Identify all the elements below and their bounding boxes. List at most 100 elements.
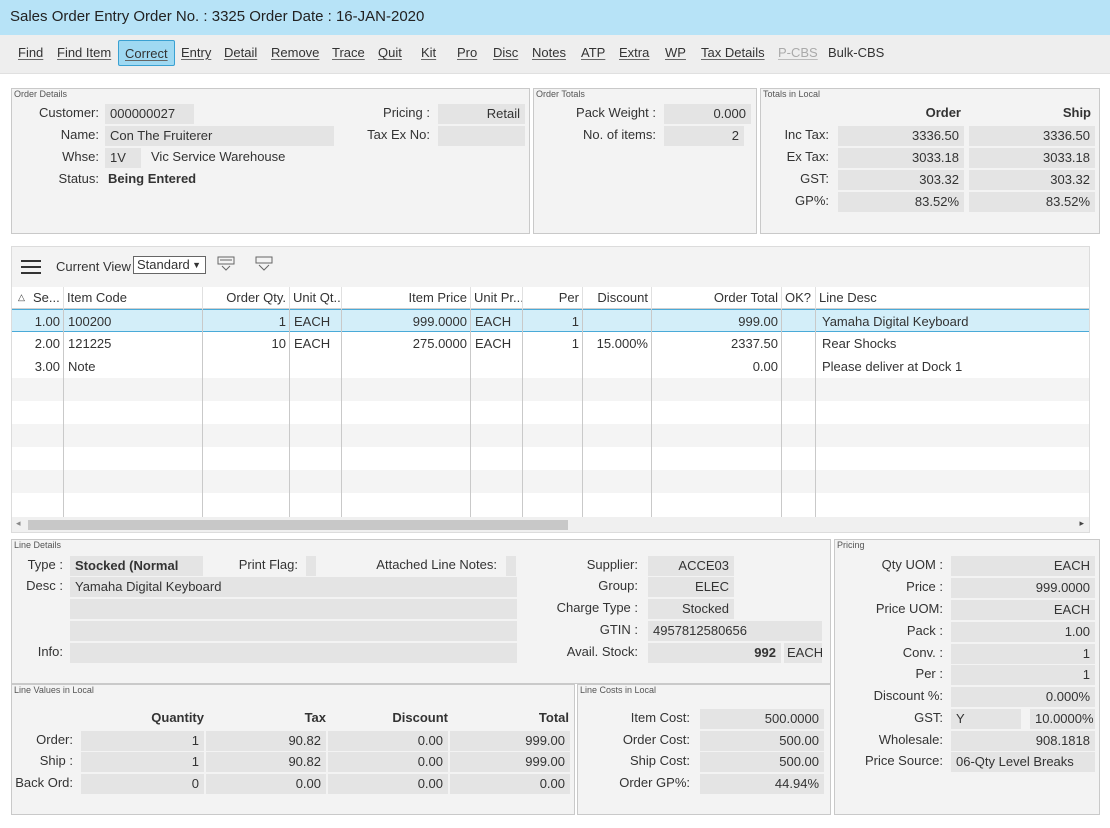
column-divider <box>202 309 203 517</box>
col-header-ok[interactable]: OK? <box>782 287 816 309</box>
whse-code-field[interactable]: 1V <box>105 148 141 168</box>
window-title: Sales Order Entry Order No. : 3325 Order… <box>0 0 1110 35</box>
horizontal-scrollbar[interactable]: ◂ ▸ <box>12 517 1089 532</box>
cell-per: 1 <box>571 336 579 351</box>
tax-ex-field[interactable] <box>438 126 525 146</box>
panel-title: Pricing <box>837 540 865 550</box>
back-ord-total: 0.00 <box>450 774 570 794</box>
correct-button[interactable]: Correct <box>118 40 175 66</box>
scroll-left-icon[interactable]: ◂ <box>16 518 21 529</box>
column-divider <box>341 309 342 517</box>
col-header-order-total[interactable]: Order Total <box>652 287 782 309</box>
item-cost-label: Item Cost: <box>630 710 690 725</box>
order-details-panel: Order Details Customer: 000000027 Name: … <box>11 88 530 234</box>
desc-field-line2[interactable] <box>70 599 517 619</box>
whse-label: Whse: <box>62 149 99 164</box>
scroll-right-icon[interactable]: ▸ <box>1079 518 1084 529</box>
col-header-order-qty[interactable]: Order Qty. <box>203 287 290 309</box>
pack-field: 1.00 <box>951 622 1095 642</box>
col-header-per[interactable]: Per <box>523 287 583 309</box>
sort-asc-icon[interactable]: △ <box>18 292 25 303</box>
column-divider <box>582 309 583 517</box>
find-button[interactable]: Find <box>18 40 43 66</box>
price-label: Price : <box>906 579 943 594</box>
wholesale-label: Wholesale: <box>878 732 943 747</box>
detail-button[interactable]: Detail <box>224 40 257 66</box>
info-field[interactable] <box>70 643 517 663</box>
extra-button[interactable]: Extra <box>619 40 649 66</box>
table-row[interactable]: 3.00 Note 0.00 Please deliver at Dock 1 <box>12 355 1089 378</box>
col-header-discount[interactable]: Discount <box>583 287 652 309</box>
cell-discount <box>583 310 652 333</box>
bulk-cbs-button[interactable]: Bulk-CBS <box>828 40 884 66</box>
remove-button[interactable]: Remove <box>271 40 319 66</box>
cell-unit-price: EACH <box>475 336 512 351</box>
panel-title: Order Details <box>14 89 68 99</box>
group-label: Group: <box>598 578 638 593</box>
name-field[interactable]: Con The Fruiterer <box>105 126 334 146</box>
ship-disc: 0.00 <box>328 752 448 772</box>
back-ord-tax: 0.00 <box>206 774 326 794</box>
pack-weight-field: 0.000 <box>664 104 751 124</box>
current-view-value: Standard <box>137 257 190 272</box>
cell-order-qty <box>203 355 290 378</box>
line-details-panel: Line Details Type : Stocked (Normal Prin… <box>11 539 831 684</box>
cell-line-desc: Rear Shocks <box>822 336 897 351</box>
filter-icon[interactable] <box>255 256 273 272</box>
notes-button[interactable]: Notes <box>532 40 566 66</box>
cell-seq: 3.00 <box>34 359 60 374</box>
hamburger-menu-icon[interactable] <box>21 259 41 275</box>
price-uom-label: Price UOM: <box>875 601 943 616</box>
atp-button[interactable]: ATP <box>581 40 605 66</box>
export-icon[interactable] <box>217 256 235 272</box>
order-gp-field: 44.94% <box>700 774 824 794</box>
desc-field-line3[interactable] <box>70 621 517 641</box>
type-field[interactable]: Stocked (Normal <box>70 556 203 576</box>
cell-order-total: 999.00 <box>738 314 778 329</box>
pro-button[interactable]: Pro <box>457 40 477 66</box>
p-cbs-button[interactable]: P-CBS <box>778 40 818 66</box>
attached-notes-label: Attached Line Notes: <box>376 557 497 572</box>
cell-item-price: 999.0000 <box>412 314 467 329</box>
total-col-header: Total <box>538 710 569 725</box>
pricing-field[interactable]: Retail <box>438 104 525 124</box>
disc-button[interactable]: Disc <box>493 40 518 66</box>
kit-button[interactable]: Kit <box>421 40 436 66</box>
quit-button[interactable]: Quit <box>378 40 402 66</box>
supplier-label: Supplier: <box>586 557 638 572</box>
col-header-unit-price[interactable]: Unit Pr... <box>471 287 523 309</box>
cell-unit-qty: EACH <box>294 336 331 351</box>
entry-button[interactable]: Entry <box>181 40 211 66</box>
col-header-unit-qty[interactable]: Unit Qt... <box>290 287 342 309</box>
status-label: Status: <box>58 171 99 186</box>
ship-cost-field: 500.00 <box>700 752 824 772</box>
panel-title: Line Values in Local <box>14 685 94 695</box>
gp-ship: 83.52% <box>969 192 1095 212</box>
gst-order: 303.32 <box>838 170 964 190</box>
gst-label: GST: <box>914 710 943 725</box>
ship-qty: 1 <box>81 752 204 772</box>
table-row[interactable]: 2.00 121225 10 EACH 275.0000 EACH 1 15.0… <box>12 332 1089 355</box>
find-item-button[interactable]: Find Item <box>57 40 111 66</box>
wp-button[interactable]: WP <box>665 40 686 66</box>
table-row[interactable]: 1.00 100200 1 EACH 999.0000 EACH 1 999.0… <box>12 309 1089 332</box>
cell-ok <box>782 310 816 333</box>
column-divider <box>651 309 652 517</box>
whse-name: Vic Service Warehouse <box>151 149 286 164</box>
col-header-seq[interactable]: Se... <box>30 287 64 309</box>
col-header-line-desc[interactable]: Line Desc <box>816 287 1089 309</box>
print-flag-field[interactable] <box>306 556 316 576</box>
desc-field[interactable]: Yamaha Digital Keyboard <box>70 577 517 597</box>
gtin-field: 4957812580656 <box>648 621 822 641</box>
scrollbar-thumb[interactable] <box>28 520 568 530</box>
quantity-col-header: Quantity <box>151 710 204 725</box>
col-header-item-price[interactable]: Item Price <box>342 287 471 309</box>
cell-item-code: Note <box>68 359 96 374</box>
tax-details-button[interactable]: Tax Details <box>701 40 765 66</box>
current-view-select[interactable]: Standard ▼ <box>133 256 206 274</box>
line-values-panel: Line Values in Local Quantity Tax Discou… <box>11 684 575 815</box>
col-header-item-code[interactable]: Item Code <box>64 287 203 309</box>
trace-button[interactable]: Trace <box>332 40 365 66</box>
customer-field[interactable]: 000000027 <box>105 104 194 124</box>
inc-tax-label: Inc Tax: <box>784 127 829 142</box>
